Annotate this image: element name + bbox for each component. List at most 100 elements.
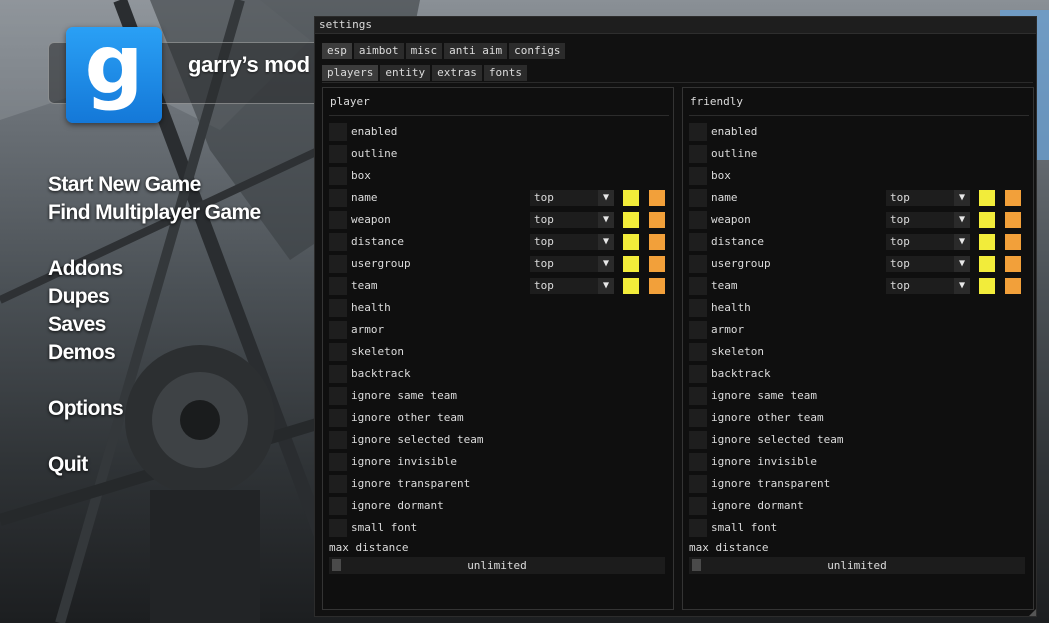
checkbox-ignore-invisible[interactable] bbox=[329, 453, 347, 471]
resize-grip-icon[interactable] bbox=[1029, 609, 1036, 616]
tab-aimbot[interactable]: aimbot bbox=[353, 43, 404, 59]
checkbox-team[interactable] bbox=[329, 277, 347, 295]
checkbox-ignore-transparent[interactable] bbox=[689, 475, 707, 493]
checkbox-backtrack[interactable] bbox=[689, 365, 707, 383]
color-swatch-primary[interactable] bbox=[979, 234, 995, 250]
color-swatch-secondary[interactable] bbox=[1005, 190, 1021, 206]
color-swatch-primary[interactable] bbox=[979, 190, 995, 206]
checkbox-distance[interactable] bbox=[689, 233, 707, 251]
position-select-weapon[interactable]: top ▼ bbox=[530, 212, 614, 228]
position-select-name[interactable]: top ▼ bbox=[886, 190, 970, 206]
checkbox-box[interactable] bbox=[689, 167, 707, 185]
max-distance-slider[interactable]: unlimited bbox=[329, 557, 665, 574]
color-swatch-secondary[interactable] bbox=[1005, 212, 1021, 228]
color-swatch-primary[interactable] bbox=[623, 234, 639, 250]
checkbox-ignore-other-team[interactable] bbox=[329, 409, 347, 427]
chevron-down-icon[interactable]: ▼ bbox=[598, 256, 614, 272]
checkbox-armor[interactable] bbox=[329, 321, 347, 339]
color-swatch-primary[interactable] bbox=[623, 278, 639, 294]
color-swatch-secondary[interactable] bbox=[649, 190, 665, 206]
checkbox-ignore-selected-team[interactable] bbox=[329, 431, 347, 449]
color-swatch-secondary[interactable] bbox=[1005, 256, 1021, 272]
subtab-players[interactable]: players bbox=[322, 65, 379, 81]
checkbox-outline[interactable] bbox=[689, 145, 707, 163]
checkbox-health[interactable] bbox=[329, 299, 347, 317]
option-row-team: team top ▼ bbox=[689, 277, 1025, 295]
menu-dupes[interactable]: Dupes bbox=[48, 283, 110, 311]
position-select-name[interactable]: top ▼ bbox=[530, 190, 614, 206]
checkbox-box[interactable] bbox=[329, 167, 347, 185]
position-select-team[interactable]: top ▼ bbox=[530, 278, 614, 294]
checkbox-ignore-other-team[interactable] bbox=[689, 409, 707, 427]
checkbox-ignore-dormant[interactable] bbox=[329, 497, 347, 515]
position-select-distance[interactable]: top ▼ bbox=[530, 234, 614, 250]
checkbox-name[interactable] bbox=[329, 189, 347, 207]
tab-anti-aim[interactable]: anti aim bbox=[444, 43, 508, 59]
max-distance-slider[interactable]: unlimited bbox=[689, 557, 1025, 574]
checkbox-small-font[interactable] bbox=[329, 519, 347, 537]
checkbox-team[interactable] bbox=[689, 277, 707, 295]
subtab-fonts[interactable]: fonts bbox=[483, 65, 527, 81]
checkbox-weapon[interactable] bbox=[689, 211, 707, 229]
color-swatch-secondary[interactable] bbox=[649, 256, 665, 272]
checkbox-usergroup[interactable] bbox=[689, 255, 707, 273]
position-select-weapon[interactable]: top ▼ bbox=[886, 212, 970, 228]
checkbox-enabled[interactable] bbox=[689, 123, 707, 141]
window-title[interactable]: settings bbox=[315, 17, 1036, 34]
checkbox-weapon[interactable] bbox=[329, 211, 347, 229]
checkbox-ignore-transparent[interactable] bbox=[329, 475, 347, 493]
checkbox-armor[interactable] bbox=[689, 321, 707, 339]
color-swatch-secondary[interactable] bbox=[649, 278, 665, 294]
chevron-down-icon[interactable]: ▼ bbox=[954, 234, 970, 250]
checkbox-usergroup[interactable] bbox=[329, 255, 347, 273]
checkbox-ignore-selected-team[interactable] bbox=[689, 431, 707, 449]
subtab-extras[interactable]: extras bbox=[432, 65, 482, 81]
checkbox-skeleton[interactable] bbox=[329, 343, 347, 361]
menu-start-new-game[interactable]: Start New Game bbox=[48, 171, 201, 199]
chevron-down-icon[interactable]: ▼ bbox=[954, 190, 970, 206]
color-swatch-primary[interactable] bbox=[979, 278, 995, 294]
tab-misc[interactable]: misc bbox=[405, 43, 443, 59]
color-swatch-secondary[interactable] bbox=[1005, 234, 1021, 250]
tab-configs[interactable]: configs bbox=[509, 43, 566, 59]
chevron-down-icon[interactable]: ▼ bbox=[598, 234, 614, 250]
chevron-down-icon[interactable]: ▼ bbox=[598, 278, 614, 294]
checkbox-ignore-same-team[interactable] bbox=[329, 387, 347, 405]
checkbox-distance[interactable] bbox=[329, 233, 347, 251]
chevron-down-icon[interactable]: ▼ bbox=[598, 212, 614, 228]
checkbox-small-font[interactable] bbox=[689, 519, 707, 537]
chevron-down-icon[interactable]: ▼ bbox=[954, 256, 970, 272]
color-swatch-secondary[interactable] bbox=[1005, 278, 1021, 294]
color-swatch-primary[interactable] bbox=[623, 256, 639, 272]
checkbox-ignore-same-team[interactable] bbox=[689, 387, 707, 405]
checkbox-name[interactable] bbox=[689, 189, 707, 207]
menu-saves[interactable]: Saves bbox=[48, 311, 106, 339]
chevron-down-icon[interactable]: ▼ bbox=[954, 212, 970, 228]
color-swatch-primary[interactable] bbox=[623, 190, 639, 206]
subtab-entity[interactable]: entity bbox=[380, 65, 431, 81]
chevron-down-icon[interactable]: ▼ bbox=[598, 190, 614, 206]
menu-find-multiplayer-game[interactable]: Find Multiplayer Game bbox=[48, 199, 261, 227]
checkbox-backtrack[interactable] bbox=[329, 365, 347, 383]
color-swatch-primary[interactable] bbox=[623, 212, 639, 228]
checkbox-ignore-dormant[interactable] bbox=[689, 497, 707, 515]
chevron-down-icon[interactable]: ▼ bbox=[954, 278, 970, 294]
checkbox-ignore-invisible[interactable] bbox=[689, 453, 707, 471]
checkbox-health[interactable] bbox=[689, 299, 707, 317]
color-swatch-secondary[interactable] bbox=[649, 212, 665, 228]
checkbox-skeleton[interactable] bbox=[689, 343, 707, 361]
color-swatch-primary[interactable] bbox=[979, 212, 995, 228]
position-select-usergroup[interactable]: top ▼ bbox=[530, 256, 614, 272]
color-swatch-primary[interactable] bbox=[979, 256, 995, 272]
color-swatch-secondary[interactable] bbox=[649, 234, 665, 250]
position-select-distance[interactable]: top ▼ bbox=[886, 234, 970, 250]
menu-addons[interactable]: Addons bbox=[48, 255, 123, 283]
checkbox-outline[interactable] bbox=[329, 145, 347, 163]
position-select-usergroup[interactable]: top ▼ bbox=[886, 256, 970, 272]
menu-quit[interactable]: Quit bbox=[48, 451, 88, 479]
position-select-team[interactable]: top ▼ bbox=[886, 278, 970, 294]
menu-demos[interactable]: Demos bbox=[48, 339, 116, 367]
menu-options[interactable]: Options bbox=[48, 395, 124, 423]
tab-esp[interactable]: esp bbox=[322, 43, 352, 59]
checkbox-enabled[interactable] bbox=[329, 123, 347, 141]
